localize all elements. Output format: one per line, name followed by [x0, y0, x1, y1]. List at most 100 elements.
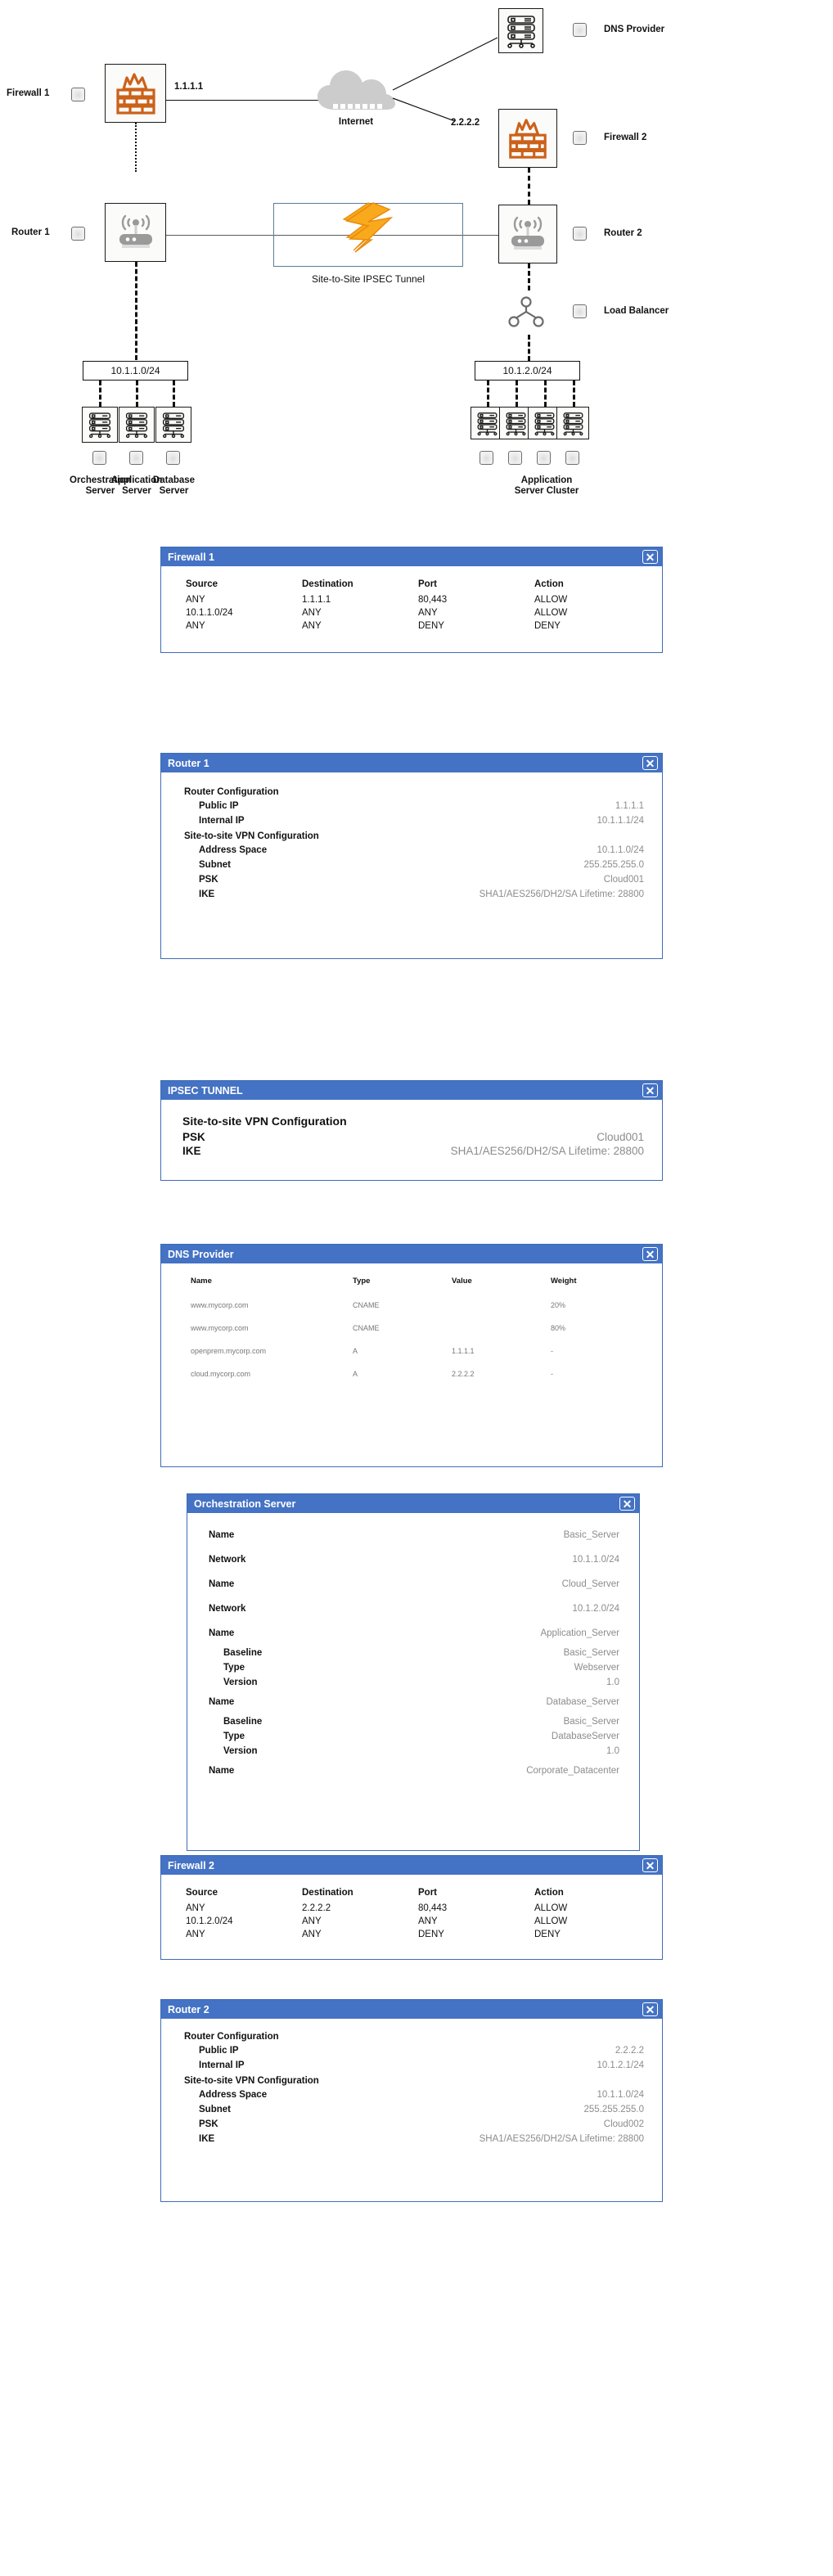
close-icon[interactable]: ✕ — [642, 756, 658, 770]
kv-key: Name — [209, 1628, 235, 1638]
kv-key: Type — [223, 1732, 245, 1741]
router-1-panel-header: Router 1 ✕ — [161, 754, 662, 772]
dns-provider-label: DNS Provider — [604, 25, 665, 34]
cell-type: CNAME — [353, 1301, 380, 1309]
firewall-1-node[interactable] — [105, 64, 166, 123]
table-row: ANY ANY DENY DENY — [186, 1928, 651, 1941]
kv-key: PSK — [199, 875, 218, 885]
firewall-2-node[interactable] — [498, 109, 557, 168]
kv-value: 1.0 — [606, 1746, 619, 1756]
kv-public-ip: Public IP 1.1.1.1 — [184, 799, 644, 813]
application-server-node[interactable] — [119, 407, 155, 443]
table-row: ANY 2.2.2.2 80,443 ALLOW — [186, 1902, 651, 1915]
server-stack-icon — [563, 412, 583, 435]
cluster-server-node-3[interactable] — [528, 407, 561, 439]
load-balancer-icon — [508, 296, 544, 327]
cluster-server-checkbox-4[interactable] — [565, 451, 579, 465]
kv-value: 10.1.1.0/24 — [572, 1555, 619, 1565]
col-action: Action — [534, 579, 564, 589]
load-balancer-checkbox[interactable] — [573, 304, 587, 318]
lightning-bolt-icon — [342, 202, 394, 253]
vpn-config-section-title: Site-to-site VPN Configuration — [184, 831, 319, 841]
ipsec-section-title: Site-to-site VPN Configuration — [182, 1115, 347, 1128]
cluster-server-node-2[interactable] — [499, 407, 532, 439]
orchestration-server-panel-body: Name Basic_Server Network 10.1.1.0/24 Na… — [187, 1513, 639, 1783]
kv-value: Database_Server — [546, 1697, 620, 1707]
cell-name: www.mycorp.com — [191, 1324, 249, 1332]
internet-label: Internet — [338, 117, 374, 127]
database-server-checkbox[interactable] — [166, 451, 180, 465]
close-icon[interactable]: ✕ — [642, 550, 658, 564]
kv-psk: PSK Cloud002 — [184, 2117, 644, 2132]
firewall-2-panel-body: Source Destination Port Action ANY 2.2.2… — [161, 1875, 662, 1949]
col-port: Port — [418, 579, 437, 589]
close-icon[interactable]: ✕ — [642, 1858, 658, 1872]
lan-right-drop-1 — [487, 381, 489, 407]
orchestration-server-checkbox[interactable] — [92, 451, 106, 465]
table-row: www.mycorp.com CNAME 80% — [191, 1317, 641, 1340]
load-balancer-node[interactable] — [502, 290, 551, 335]
table-row: ANY ANY DENY DENY — [186, 619, 651, 633]
cell-port: ANY — [418, 1916, 438, 1926]
firewall-2-rules-table: Source Destination Port Action ANY 2.2.2… — [186, 1886, 651, 1941]
col-source: Source — [186, 579, 218, 589]
kv-key: IKE — [199, 889, 215, 899]
cluster-server-checkbox-1[interactable] — [480, 451, 493, 465]
close-icon[interactable]: ✕ — [642, 1083, 658, 1097]
database-server-label: Database Server — [147, 475, 200, 497]
col-destination: Destination — [302, 579, 353, 589]
cell-type: CNAME — [353, 1324, 380, 1332]
col-action: Action — [534, 1888, 564, 1898]
dns-provider-node[interactable] — [498, 8, 543, 53]
table-row: ANY 1.1.1.1 80,443 ALLOW — [186, 593, 651, 606]
firewall-2-checkbox[interactable] — [573, 131, 587, 145]
firewall1-internet-link — [166, 100, 320, 101]
router-1-label: Router 1 — [11, 227, 50, 237]
kv-key: Internal IP — [199, 2060, 245, 2070]
col-destination: Destination — [302, 1888, 353, 1898]
cell-action: ALLOW — [534, 595, 568, 605]
cell-value — [452, 1294, 551, 1317]
application-server-checkbox[interactable] — [129, 451, 143, 465]
cluster-server-checkbox-2[interactable] — [508, 451, 522, 465]
lan-right-drop-3 — [544, 381, 547, 407]
database-server-node[interactable] — [155, 407, 191, 443]
cluster-server-node-4[interactable] — [556, 407, 589, 439]
router-1-node[interactable] — [105, 203, 166, 262]
orchestration-server-node[interactable] — [82, 407, 118, 443]
close-icon[interactable]: ✕ — [642, 1247, 658, 1261]
col-weight: Weight — [551, 1277, 577, 1286]
kv-key: Version — [223, 1746, 258, 1756]
dns-provider-panel: DNS Provider ✕ Name Type Value Weight ww… — [160, 1244, 663, 1467]
cluster-server-checkbox-3[interactable] — [537, 451, 551, 465]
col-source: Source — [186, 1888, 218, 1898]
cell-value: 1.1.1.1 — [452, 1347, 475, 1355]
close-icon[interactable]: ✕ — [619, 1497, 635, 1511]
cluster-server-node-1[interactable] — [471, 407, 503, 439]
dns-provider-checkbox[interactable] — [573, 23, 587, 37]
kv-baseline-database: Baseline Basic_Server — [209, 1714, 619, 1729]
router-2-checkbox[interactable] — [573, 227, 587, 241]
ipsec-tunnel-label: Site-to-Site IPSEC Tunnel — [311, 273, 426, 285]
kv-version-application: Version 1.0 — [209, 1675, 619, 1690]
ipsec-tunnel-panel-header: IPSEC TUNNEL ✕ — [161, 1081, 662, 1100]
router-1-checkbox[interactable] — [71, 227, 85, 241]
cell-destination: ANY — [302, 621, 322, 631]
kv-value: 10.1.1.1/24 — [597, 816, 644, 826]
firewall-1-checkbox[interactable] — [71, 88, 85, 101]
table-header-row: Name Type Value Weight — [191, 1275, 641, 1294]
cell-weight: - — [551, 1347, 553, 1355]
lan-right-label: 10.1.2.0/24 — [502, 365, 552, 376]
router-2-node[interactable] — [498, 205, 557, 263]
kv-key: PSK — [199, 2119, 218, 2129]
cell-destination: 2.2.2.2 — [302, 1903, 331, 1913]
kv-public-ip: Public IP 2.2.2.2 — [184, 2043, 644, 2058]
lan-right-bar: 10.1.2.0/24 — [475, 361, 580, 381]
kv-value: Cloud002 — [603, 2119, 644, 2129]
kv-value: 10.1.1.0/24 — [597, 845, 644, 855]
server-stack-icon — [506, 412, 525, 435]
router-1-panel-body: Router Configuration Public IP 1.1.1.1 I… — [161, 772, 662, 910]
kv-value: 1.0 — [606, 1678, 619, 1687]
close-icon[interactable]: ✕ — [642, 2002, 658, 2016]
kv-value: DatabaseServer — [551, 1732, 619, 1741]
